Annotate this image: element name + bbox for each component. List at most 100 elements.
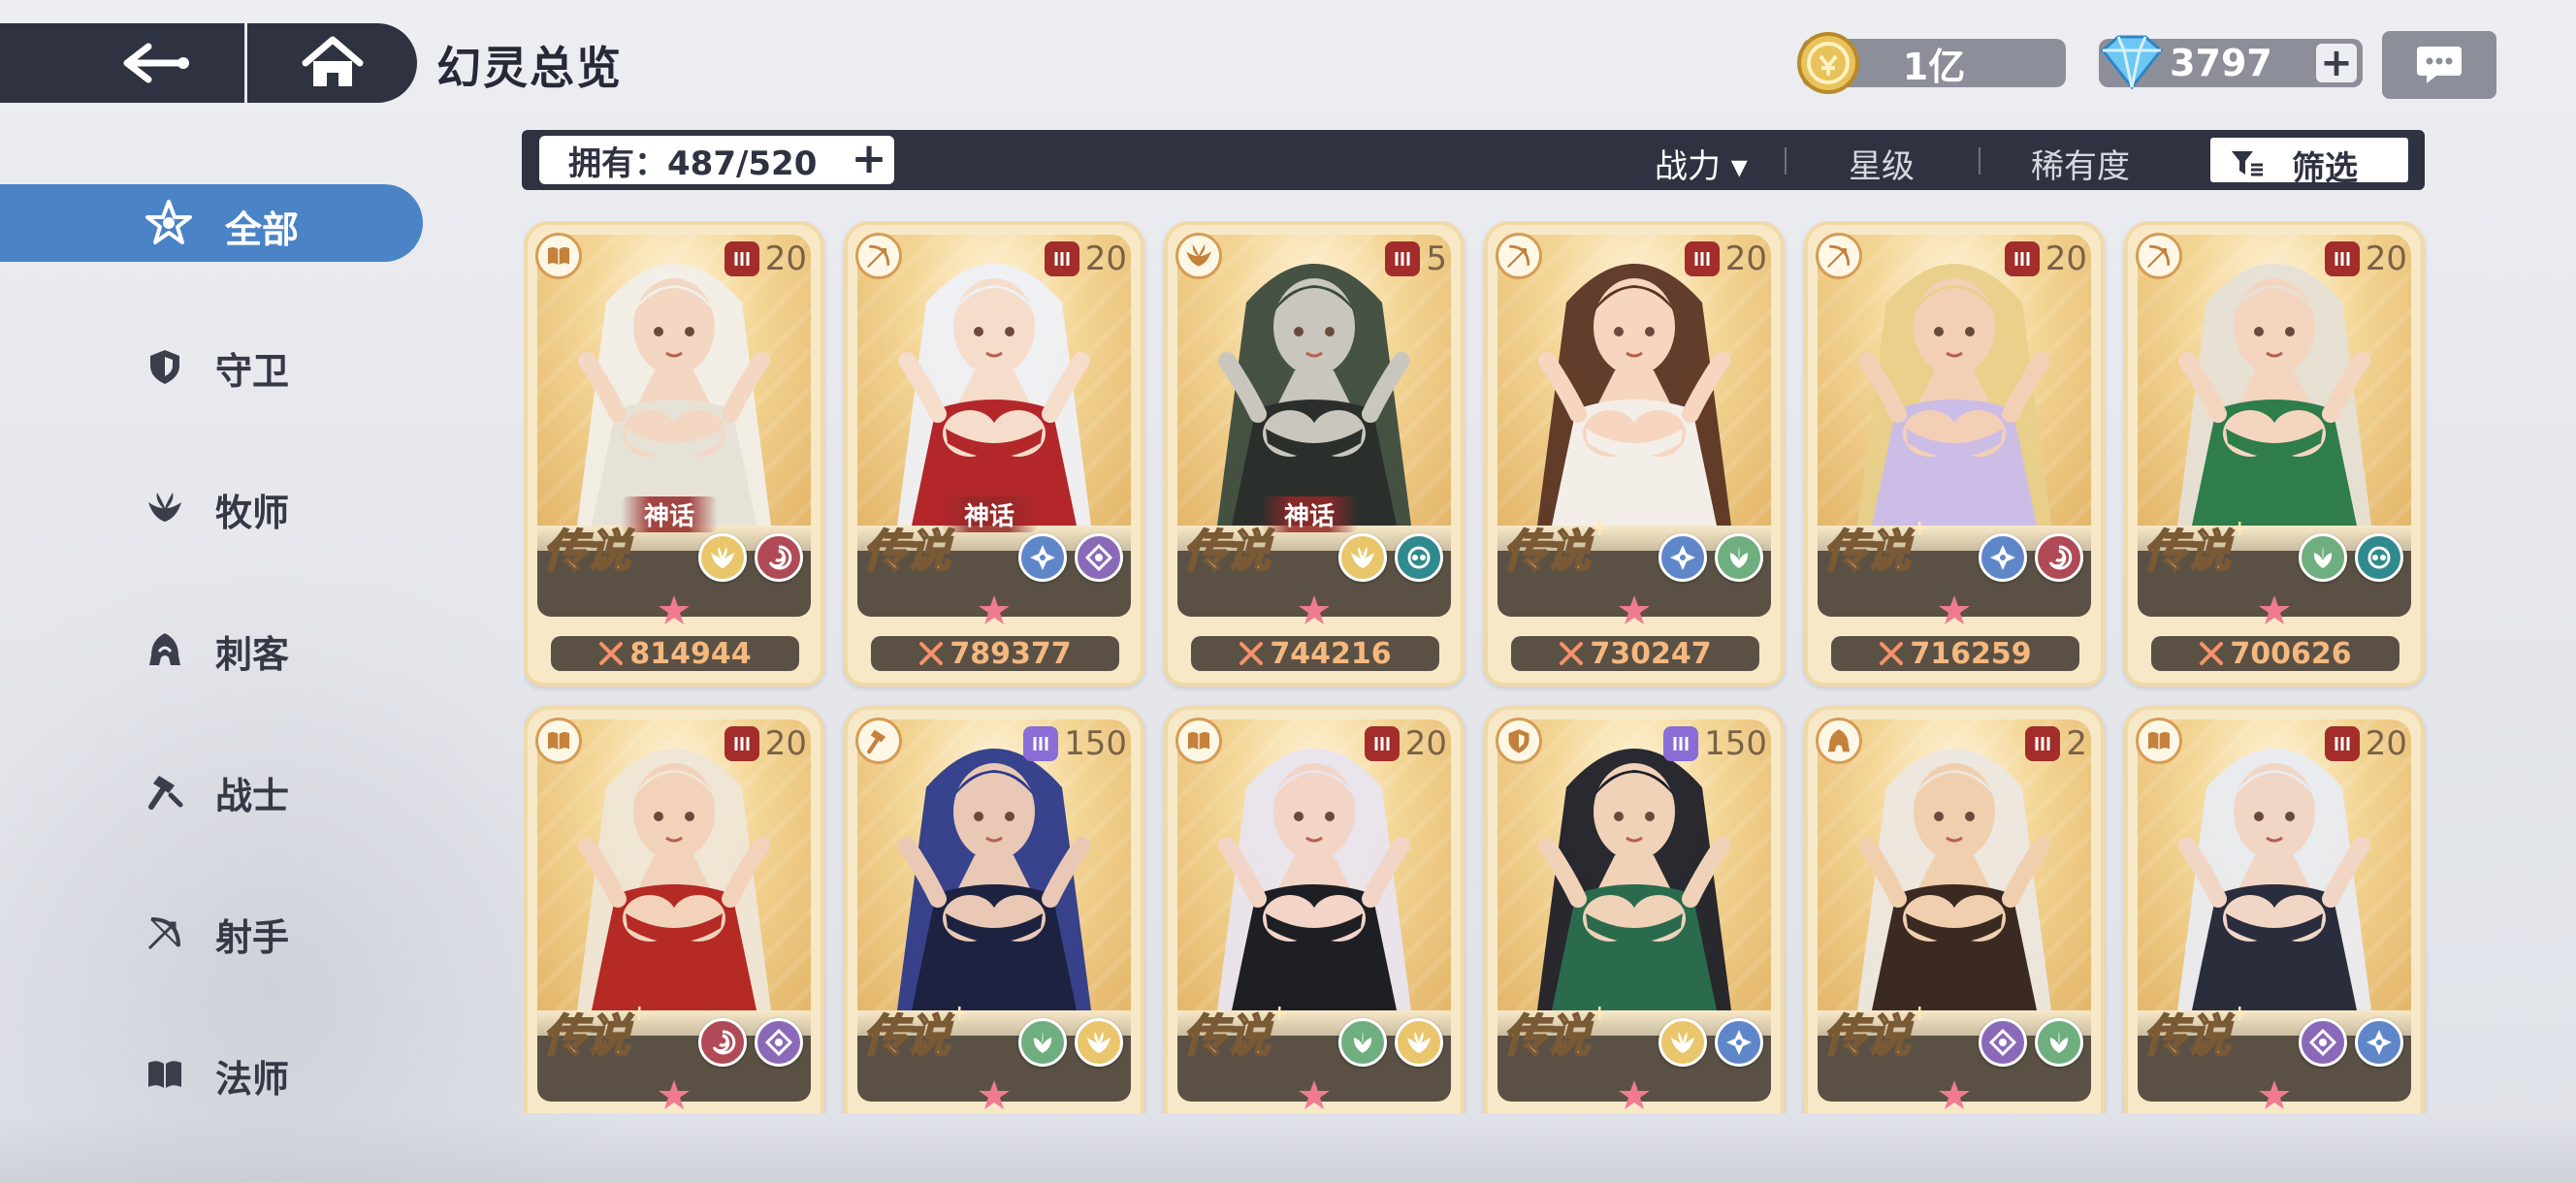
element-icon — [755, 1018, 803, 1067]
crossed-swords-icon — [919, 642, 944, 665]
rarity-text: 传说 — [542, 524, 631, 578]
rarity-text: 传说 — [1502, 524, 1592, 578]
element-icon — [1715, 1018, 1763, 1067]
sidebar-item-assassin[interactable]: 刺客 — [0, 609, 423, 687]
star-icon — [1939, 1080, 1970, 1109]
sidebar-item-priest[interactable]: 牧师 — [0, 467, 423, 545]
sort-by-power[interactable]: 战力 ▾ — [1655, 140, 1748, 187]
owned-count-box: 拥有：487/520 + — [539, 136, 894, 184]
rarity-label: 传说+ — [2142, 516, 2248, 580]
character-card[interactable]: 20 传说+ 700626 — [2124, 221, 2425, 687]
combat-power-value: 730247 — [1590, 636, 1712, 671]
filter-button[interactable]: 筛选 — [2207, 135, 2411, 188]
gold-currency: 1亿 — [1797, 32, 2066, 94]
character-card[interactable]: 2 传说+ — [1804, 706, 2105, 1113]
crossed-swords-icon — [2200, 642, 2224, 665]
rarity-text: 传说 — [1182, 524, 1272, 578]
rarity-label: 传说+ — [1822, 516, 1928, 580]
character-card[interactable]: 20 神话 传说 789377 — [844, 221, 1144, 687]
level-tag-icon — [724, 241, 759, 276]
hammer-icon — [148, 776, 183, 810]
rarity-plus: + — [1591, 516, 1608, 541]
star-icon — [1619, 1080, 1650, 1109]
level-indicator: 20 — [724, 723, 807, 764]
star-icon — [1939, 595, 1970, 624]
shield-icon — [150, 350, 179, 384]
rarity-label: 传说+ — [1502, 1001, 1608, 1065]
rarity-text: 传说 — [2142, 1008, 2232, 1063]
crossed-swords-icon — [1560, 642, 1584, 665]
mythic-badge: 神话 — [621, 496, 719, 532]
level-tag-icon — [2025, 726, 2061, 761]
combat-power: 700626 — [2151, 636, 2399, 671]
mythic-badge: 神话 — [941, 496, 1039, 532]
divider — [1785, 147, 1787, 175]
gold-amount: 1亿 — [1902, 45, 1966, 88]
character-card[interactable]: 5 神话 传说 744216 — [1164, 221, 1465, 687]
home-button[interactable] — [247, 23, 417, 103]
sidebar-item-guard[interactable]: 守卫 — [0, 326, 423, 403]
chat-button[interactable] — [2382, 31, 2496, 99]
filter-icon — [2232, 151, 2263, 176]
rarity-label: 传说+ — [1502, 516, 1608, 580]
rarity-text: 传说 — [862, 1008, 951, 1063]
book-icon — [2136, 718, 2182, 764]
sort-filter-toolbar: 拥有：487/520 + 战力 ▾ 星级 稀有度 筛选 — [522, 130, 2425, 190]
sort-by-rarity[interactable]: 稀有度 — [2031, 140, 2130, 187]
combat-power-value: 744216 — [1270, 636, 1392, 671]
combat-power-value: 716259 — [1910, 636, 2032, 671]
element-icon — [2355, 1018, 2403, 1067]
sidebar-item-label: 全部 — [225, 208, 300, 251]
element-icon — [2355, 533, 2403, 582]
character-card[interactable]: 20 传说+ — [1164, 706, 1465, 1113]
element-icon — [698, 1018, 747, 1067]
level-indicator: 150 — [1023, 723, 1127, 764]
back-button[interactable] — [0, 23, 247, 103]
add-gems-button[interactable]: + — [2316, 44, 2357, 82]
star-emblem-icon — [145, 200, 192, 244]
character-card[interactable]: 150 传说+ — [844, 706, 1144, 1113]
character-card[interactable]: 20 传说+ 716259 — [1804, 221, 2105, 687]
element-icon — [1395, 1018, 1443, 1067]
book-icon — [535, 233, 582, 279]
home-icon — [302, 36, 363, 86]
character-card[interactable]: 20 神话 传说 814944 — [524, 221, 824, 687]
wing-icon — [148, 493, 181, 522]
element-icon — [2299, 533, 2347, 582]
element-icon — [1715, 533, 1763, 582]
star-icon — [659, 595, 690, 624]
shield-icon — [1496, 718, 1542, 764]
level-value: 150 — [1064, 724, 1127, 763]
element-icon — [1018, 533, 1067, 582]
sort-by-star[interactable]: 星级 — [1849, 140, 1915, 187]
combat-power-value: 814944 — [629, 636, 752, 671]
character-card[interactable]: 150 传说+ — [1484, 706, 1785, 1113]
combat-power-value: 700626 — [2230, 636, 2352, 671]
book-icon — [1175, 718, 1222, 764]
level-indicator: 20 — [2324, 723, 2407, 764]
character-card[interactable]: 20 传说+ — [2124, 706, 2425, 1113]
rarity-text: 传说 — [2142, 524, 2232, 578]
crossed-swords-icon — [599, 642, 624, 665]
rarity-text: 传说 — [1502, 1008, 1592, 1063]
level-indicator: 150 — [1663, 723, 1767, 764]
combat-power: 730247 — [1511, 636, 1759, 671]
character-card[interactable]: 20 传说+ 730247 — [1484, 221, 1785, 687]
sidebar-item-archer[interactable]: 射手 — [0, 892, 423, 970]
sidebar-item-all[interactable]: 全部 — [0, 184, 423, 262]
book-icon — [148, 1061, 181, 1088]
level-tag-icon — [1684, 241, 1720, 276]
character-card[interactable]: 20 传说+ — [524, 706, 824, 1113]
expand-roster-button[interactable]: + — [850, 138, 888, 180]
combat-power: 814944 — [551, 636, 799, 671]
level-value: 20 — [1724, 240, 1767, 278]
level-value: 2 — [2066, 724, 2087, 763]
sidebar-item-mage[interactable]: 法师 — [0, 1034, 423, 1111]
level-indicator: 5 — [1385, 239, 1447, 279]
rarity-text: 传说 — [1822, 524, 1912, 578]
sidebar-item-warrior[interactable]: 战士 — [0, 751, 423, 828]
level-indicator: 20 — [724, 239, 807, 279]
combat-power: 789377 — [871, 636, 1119, 671]
top-nav-bar — [0, 23, 417, 103]
level-tag-icon — [1663, 726, 1699, 761]
